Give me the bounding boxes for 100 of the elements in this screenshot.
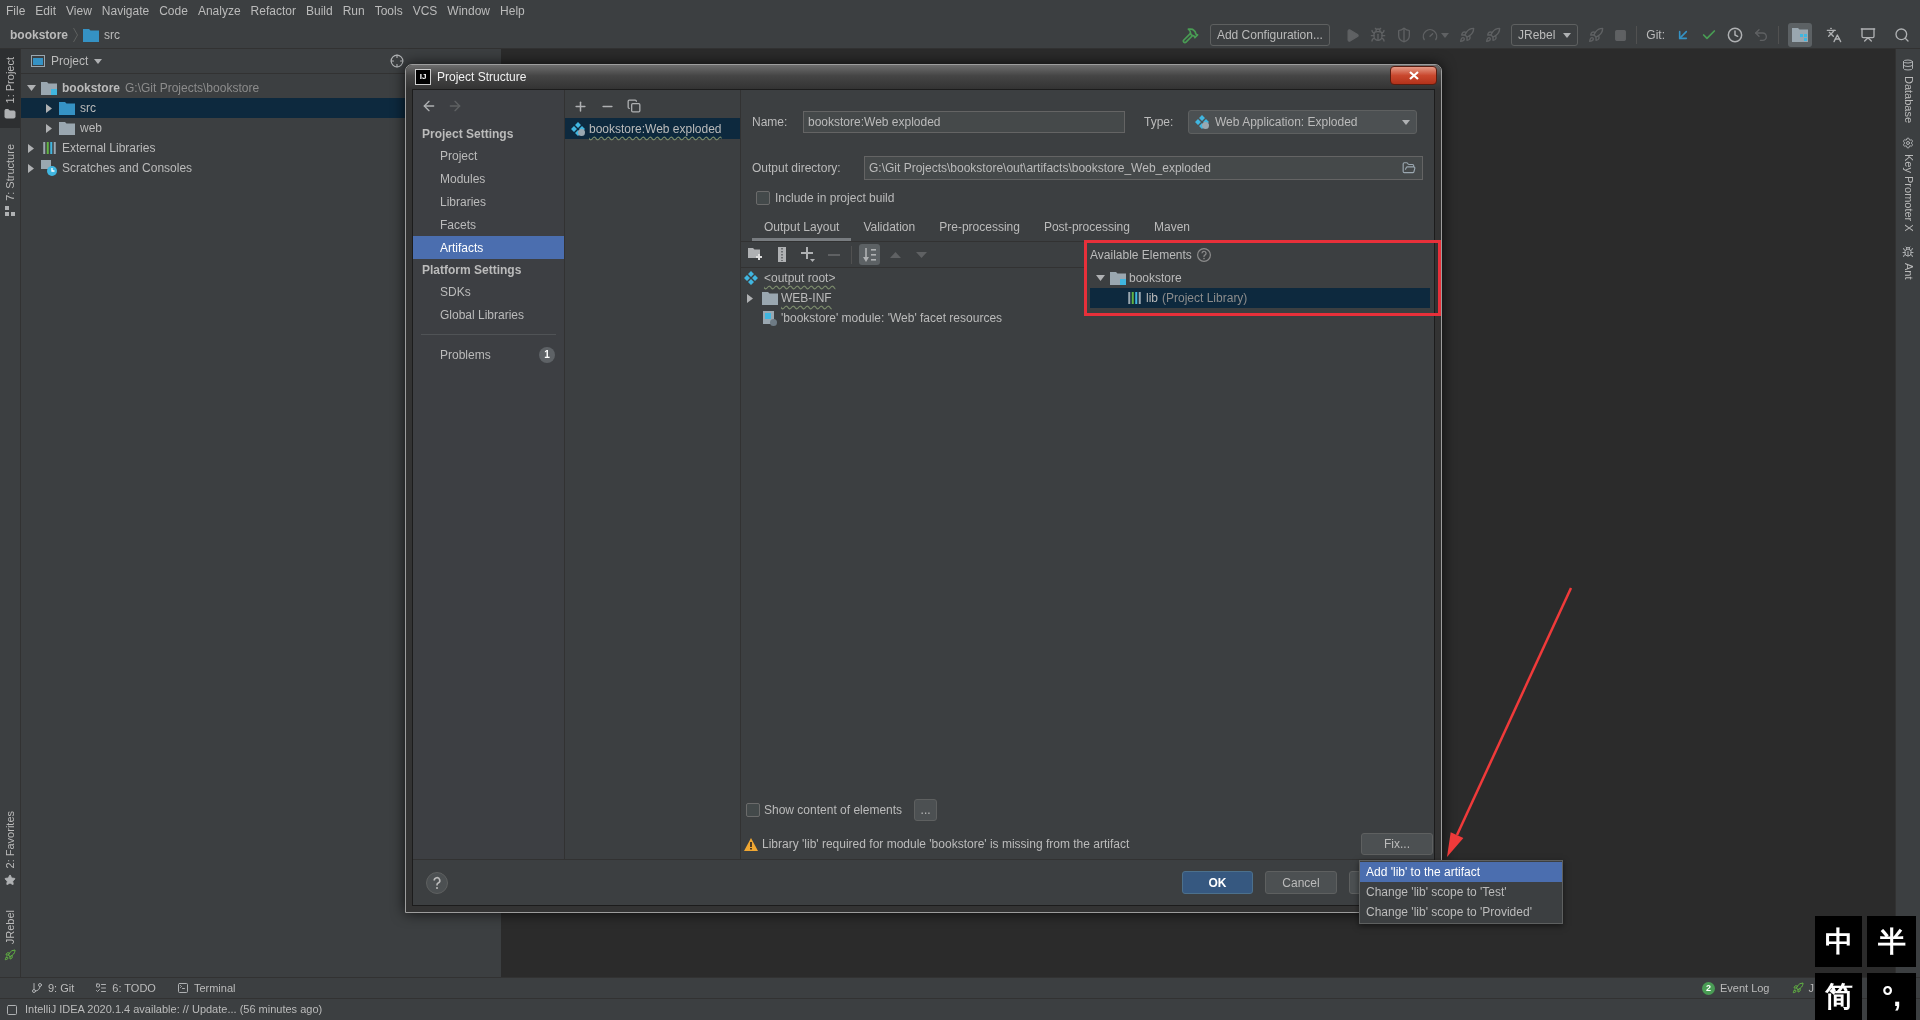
nav-item[interactable]: Project [413, 144, 564, 167]
warning-icon [744, 837, 758, 851]
caret-down-icon[interactable] [1095, 275, 1105, 281]
ime-key[interactable]: 半 [1867, 916, 1916, 967]
fix-button[interactable]: Fix... [1361, 833, 1433, 855]
menu-item[interactable]: Window [442, 1, 496, 21]
nav-item[interactable]: Facets [413, 213, 564, 236]
menu-item[interactable]: Change 'lib' scope to 'Provided' [1360, 902, 1562, 922]
tool-window-tab[interactable]: 1: Project [0, 49, 20, 129]
menu-item[interactable]: File [1, 1, 31, 21]
folder-plus-icon [748, 248, 763, 261]
tree-item[interactable]: <output root> [741, 268, 1085, 288]
nav-item[interactable]: Artifacts [413, 236, 564, 259]
menu-item[interactable]: Navigate [96, 1, 155, 21]
caret-right-icon[interactable] [46, 103, 52, 113]
help-icon[interactable] [426, 871, 448, 894]
checkbox[interactable] [756, 191, 770, 205]
cancel-button[interactable]: Cancel [1265, 871, 1337, 894]
checkbox[interactable] [746, 803, 760, 817]
list-item[interactable]: bookstore:Web exploded [565, 118, 740, 139]
diamond-globe-icon [1195, 115, 1209, 129]
menu-item[interactable]: Tools [369, 1, 408, 21]
tool-window-button[interactable]: 6: TODO [95, 982, 156, 994]
tree-item[interactable]: WEB-INF [741, 288, 1085, 308]
square-icon[interactable] [6, 1003, 18, 1016]
clock-icon[interactable] [1727, 27, 1743, 43]
tab[interactable]: Output Layout [752, 216, 852, 241]
ime-key[interactable]: 中 [1815, 916, 1862, 967]
menu-item[interactable]: Code [154, 1, 193, 21]
caret-right-icon[interactable] [28, 143, 34, 153]
tab[interactable]: Maven [1141, 216, 1202, 241]
crosshair-icon[interactable] [390, 54, 404, 68]
menu-item[interactable]: Change 'lib' scope to 'Test' [1360, 882, 1562, 902]
caret-right-icon[interactable] [747, 293, 753, 303]
name-field[interactable]: bookstore:Web exploded [803, 111, 1125, 133]
tool-window-tab[interactable]: JRebel [0, 901, 20, 969]
tree-item[interactable]: web [21, 118, 405, 138]
tree-item[interactable]: bookstore G:\Git Projects\bookstore [21, 78, 405, 98]
tree-item[interactable]: 'bookstore' module: 'Web' facet resources [741, 308, 1085, 328]
folder-icon[interactable] [1402, 161, 1416, 175]
toolbar-button[interactable] [859, 244, 880, 265]
menu-item[interactable]: Run [337, 1, 370, 21]
menu-item[interactable]: Analyze [192, 1, 246, 21]
tree-item[interactable]: bookstore [1090, 268, 1430, 288]
type-dropdown[interactable]: Web Application: Exploded [1188, 110, 1417, 134]
hammer-icon[interactable] [1181, 26, 1199, 44]
tree-item[interactable]: lib (Project Library) [1090, 288, 1430, 308]
ok-button[interactable]: OK [1182, 871, 1253, 894]
copy-icon[interactable] [627, 99, 641, 113]
close-button[interactable] [1390, 66, 1437, 85]
plus-icon[interactable] [573, 98, 588, 114]
tool-window-tab[interactable]: Database [1902, 59, 1914, 124]
tree-item[interactable]: src [21, 98, 405, 118]
output-directory-field[interactable]: G:\Git Projects\bookstore\out\artifacts\bookstore_Web_exploded [864, 156, 1423, 180]
rocket-icon [4, 949, 16, 961]
folder-icon [4, 108, 16, 121]
menu-item[interactable]: Add 'lib' to the artifact [1360, 862, 1562, 882]
nav-item[interactable]: Modules [413, 167, 564, 190]
diamond-icon [744, 271, 758, 285]
breadcrumb[interactable]: bookstore [10, 29, 68, 41]
ime-key[interactable]: °, [1867, 973, 1916, 1020]
tab[interactable]: Validation [851, 216, 928, 241]
jrebel-dropdown[interactable]: JRebel [1510, 24, 1579, 46]
caret-right-icon[interactable] [46, 123, 52, 133]
menu-item[interactable]: VCS [407, 1, 443, 21]
tab[interactable]: Post-processing [1031, 216, 1142, 241]
tree-item[interactable]: External Libraries [21, 138, 405, 158]
more-button[interactable]: ... [914, 799, 938, 821]
folder-icon [41, 81, 57, 95]
caret-down-icon[interactable] [26, 85, 36, 91]
tool-window-button[interactable]: J [1791, 982, 1814, 994]
tool-window-button[interactable]: 9: Git [31, 982, 75, 994]
nav-item[interactable]: SDKs [413, 280, 564, 303]
breadcrumb[interactable]: src [104, 29, 120, 41]
menu-item[interactable]: Refactor [245, 1, 301, 21]
folder-icon [762, 291, 778, 305]
window-icon [31, 55, 45, 67]
terminal-icon [176, 982, 189, 994]
tool-window-tab[interactable]: 7: Structure [0, 136, 20, 225]
tree-item[interactable]: Scratches and Consoles [21, 158, 405, 178]
menu-item[interactable]: View [61, 1, 97, 21]
menu-item[interactable]: Build [300, 1, 338, 21]
tool-window-tab[interactable]: Key Promoter X [1902, 137, 1914, 232]
tab[interactable]: Pre-processing [927, 216, 1032, 241]
nav-item[interactable]: Global Libraries [413, 303, 564, 326]
view-dropdown[interactable]: Project [31, 55, 103, 67]
tool-window-tab[interactable]: Ant [1902, 245, 1914, 280]
arrow-left-icon[interactable] [421, 98, 437, 114]
menu-item[interactable]: Help [495, 1, 530, 21]
menu-item[interactable]: Edit [30, 1, 62, 21]
ime-key[interactable]: 简 [1815, 973, 1862, 1020]
tool-window-button[interactable]: Terminal [176, 982, 236, 994]
caret-right-icon[interactable] [28, 163, 34, 173]
help-icon[interactable] [1196, 248, 1211, 262]
nav-item[interactable]: Libraries [413, 190, 564, 213]
tool-window-tab[interactable]: 2: Favorites [0, 803, 20, 894]
list-icon [95, 982, 108, 994]
run-configuration-button[interactable]: Add Configuration... [1209, 24, 1330, 46]
nav-item[interactable]: Problems 1 [413, 343, 564, 366]
rocket-icon [1791, 982, 1804, 994]
